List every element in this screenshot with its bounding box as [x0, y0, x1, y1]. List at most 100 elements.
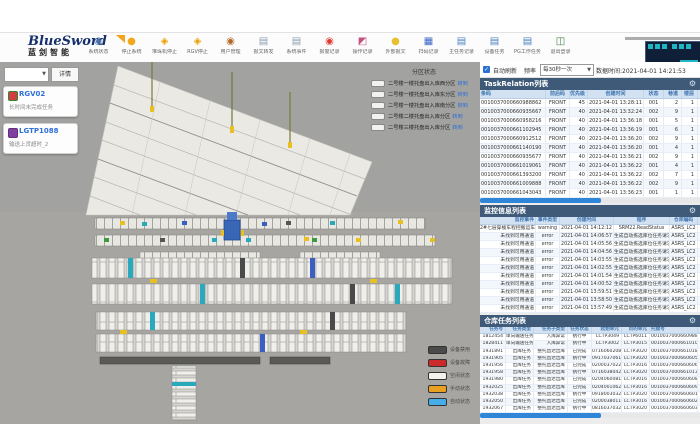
toolbar: BlueSword 蓝剑智能 ◉ 系统状态 ● 停止系统 ◈ 堆垛机停止 — [0, 32, 700, 64]
table-row[interactable]: 1932038 出库任务 整托直达出库 执行中 0918003032 LCTP3… — [480, 392, 700, 399]
table-row[interactable]: 1932067 出库任务 整托直达出库 执行中 0816037032 LCTP3… — [480, 406, 700, 413]
toolbar-button[interactable]: ▤ 报文转发 — [247, 34, 280, 62]
alarm-filter-select[interactable]: ▼ — [4, 67, 49, 82]
alarm-card[interactable]: LGTP1088 输送上货超时_2 — [3, 123, 78, 154]
zone-status-row: 二号楼一楼托盘出入库西分区 转到 — [371, 78, 477, 89]
zone-goto-link[interactable]: 转到 — [457, 80, 467, 87]
toolbar-button[interactable]: ◉ 系统状态 — [82, 34, 115, 62]
zone-checkbox[interactable] — [371, 80, 385, 87]
legend-row: 空闲状态 — [428, 369, 478, 382]
task-relation-panel-header: TaskRelation列表 ⚙ — [480, 78, 700, 90]
zone-goto-link[interactable]: 转到 — [452, 113, 462, 120]
toolbar-button[interactable]: ◫ 退出登录 — [544, 34, 577, 62]
toolbar-button-label: 主任务记录 — [445, 49, 478, 55]
table-row[interactable]: 0010037000661102945 FRONT 40 2021-04-01 … — [480, 126, 700, 135]
monitor-info-header-row: 监控事件 事件类型 创建时间 程序 仓库编码 — [480, 217, 700, 225]
toolbar-button[interactable]: ◉ 报警记录 — [313, 34, 346, 62]
details-button[interactable]: 详情 — [51, 67, 79, 82]
toolbar-button[interactable]: ▤ 主任务记录 — [445, 34, 478, 62]
table-row[interactable]: 0010037000661019061 FRONT 40 2021-04-01 … — [480, 162, 700, 171]
table-row[interactable]: 未找到可用通道 error 2021-04-01 14:06:57 生成自动拣选… — [480, 233, 700, 241]
toolbar-button-label: 退出登录 — [544, 49, 577, 55]
zone-label: 二号楼一楼托盘出入库东分区 — [388, 91, 455, 98]
alarm-card[interactable]: RGV02 长时间未完成任务 — [3, 86, 78, 117]
table-row[interactable]: 未找到可用通道 error 2021-04-01 13:58:50 生成自动拣选… — [480, 297, 700, 305]
zone-checkbox[interactable] — [371, 113, 385, 120]
toolbar-button[interactable]: ● 外部报文 — [379, 34, 412, 62]
scrollbar-thumb[interactable] — [480, 198, 601, 203]
warehouse-task-header-row: 任务号 任务类型 任务子类型 任务状态 起始单元 目的单元 托盘号 — [480, 327, 700, 334]
refresh-control-bar: ✓ 自动刷新 频率 每30秒一次 ▼ 数据时间:2021-04-01 14:21… — [480, 62, 700, 78]
table-row[interactable]: 1931980 出库任务 整托直达出库 已完成 0204060081 LCTP3… — [480, 377, 700, 384]
toolbar-button[interactable]: ● 停止系统 — [115, 34, 148, 62]
table-row[interactable]: 0010037000661393200 FRONT 40 2021-04-01 … — [480, 171, 700, 180]
toolbar-button[interactable]: ◉ 用户管理 — [214, 34, 247, 62]
zone-goto-link[interactable]: 转到 — [457, 91, 467, 98]
table-row[interactable]: 未找到可用通道 error 2021-04-01 13:59:51 生成自动拣选… — [480, 289, 700, 297]
toolbar-button[interactable]: ▦ 扫码记录 — [412, 34, 445, 62]
table-row[interactable]: 0010037000660912512 FRONT 40 2021-04-01 … — [480, 135, 700, 144]
monitor-info-panel-header: 监控信息列表 ⚙ — [480, 205, 700, 217]
table-row[interactable]: 未找到可用通道 error 2021-04-01 14:05:56 生成自动拣选… — [480, 241, 700, 249]
zone-status-row: 二号楼一楼托盘出入库东分区 转到 — [371, 89, 477, 100]
legend-swatch-icon — [428, 346, 447, 354]
device-tasks-icon: ▤ — [478, 34, 511, 49]
table-row[interactable]: 1932025 出库任务 整托直达出库 已完成 0204001062 LCTP3… — [480, 385, 700, 392]
table-row[interactable]: 0010037000660958216 FRONT 40 2021-04-01 … — [480, 117, 700, 126]
legend-row: 自动状态 — [428, 395, 478, 408]
toolbar-button-label: 系统状态 — [82, 49, 115, 55]
settings-gear-icon[interactable]: ⚙ — [689, 78, 696, 90]
scrollbar-thumb[interactable] — [480, 413, 601, 418]
table-row[interactable]: 1932050 出库任务 整托直达出库 已完成 0200038011 LCTP3… — [480, 399, 700, 406]
toolbar-button[interactable]: ◩ 操作记录 — [346, 34, 379, 62]
device-alarm-icon — [8, 128, 18, 138]
right-data-panel: ✓ 自动刷新 频率 每30秒一次 ▼ 数据时间:2021-04-01 14:21… — [480, 62, 700, 424]
table-row[interactable]: 0010037000660988862 FRONT 45 2021-04-01 … — [480, 99, 700, 108]
alarm-device-id: LGTP1088 — [19, 127, 58, 135]
refresh-rate-select[interactable]: 每30秒一次 ▼ — [540, 64, 594, 76]
table-row[interactable]: 0010037000661140190 FRONT 40 2021-04-01 … — [480, 144, 700, 153]
monitor-info-rows: 2#七层穿梭车程控搬运车:任务超长 warning 2021-04-01 14:… — [480, 225, 700, 313]
zone-goto-link[interactable]: 转到 — [457, 102, 467, 109]
toolbar-button[interactable]: ◈ RGV停止 — [181, 34, 214, 62]
zone-checkbox[interactable] — [371, 124, 385, 131]
message-forward-icon: ▤ — [247, 34, 280, 49]
table-row[interactable]: 1931958 出库任务 整托直达出库 执行中 0716038042 LCTP3… — [480, 370, 700, 377]
table-row[interactable]: 0010037000660935667 FRONT 40 2021-04-01 … — [480, 108, 700, 117]
table-row[interactable]: 1931956 出库任务 整托直达出库 已完成 0200037022 LCTP3… — [480, 363, 700, 370]
horizontal-scrollbar — [480, 198, 700, 203]
table-row[interactable]: 0010037000661009888 FRONT 40 2021-04-01 … — [480, 180, 700, 189]
table-row[interactable]: 1812454 单向输送任务 入库异常 执行中 LCTP3049 LCTP601… — [480, 334, 700, 341]
table-row[interactable]: 未找到可用通道 error 2021-04-01 13:57:49 生成自动拣选… — [480, 305, 700, 313]
legend-row: 手动状态 — [428, 382, 478, 395]
warehouse-task-rows: 1812454 单向输送任务 入库异常 执行中 LCTP3049 LCTP601… — [480, 334, 700, 413]
toolbar-button[interactable]: ▤ 设备任务 — [478, 34, 511, 62]
table-row[interactable]: 1828411 单向输送任务 入库异常 执行中 LCTP3002 LCTP301… — [480, 341, 700, 348]
table-row[interactable]: 2#七层穿梭车程控搬运车:任务超长 warning 2021-04-01 14:… — [480, 225, 700, 233]
legend-row: 设备故障 — [428, 356, 478, 369]
zone-goto-link[interactable]: 转到 — [452, 124, 462, 131]
toolbar-button-label: 操作记录 — [346, 49, 379, 55]
toolbar-button[interactable]: ▤ 系统事件 — [280, 34, 313, 62]
table-row[interactable]: 未找到可用通道 error 2021-04-01 14:01:54 生成自动拣选… — [480, 273, 700, 281]
table-row[interactable]: 未找到可用通道 error 2021-04-01 14:02:55 生成自动拣选… — [480, 265, 700, 273]
zone-checkbox[interactable] — [371, 102, 385, 109]
device-status-legend: 设备禁用 设备故障 空闲状态 手动状态 — [428, 343, 478, 408]
table-row[interactable]: 未找到可用通道 error 2021-04-01 14:04:56 生成自动拣选… — [480, 249, 700, 257]
auto-refresh-checkbox[interactable]: ✓ — [483, 66, 490, 73]
mini-window-block-icon — [655, 44, 660, 49]
table-row[interactable]: 0010037000660935677 FRONT 40 2021-04-01 … — [480, 153, 700, 162]
settings-gear-icon[interactable]: ⚙ — [689, 315, 696, 327]
toolbar-button[interactable]: ◈ 堆垛机停止 — [148, 34, 181, 62]
table-row[interactable]: 1931891 出库任务 整托直达出库 已完成 0716060208 LCTP3… — [480, 349, 700, 356]
refresh-rate-value: 每30秒一次 — [543, 67, 572, 73]
legend-label: 手动状态 — [450, 385, 470, 392]
settings-gear-icon[interactable]: ⚙ — [689, 205, 696, 217]
table-row[interactable]: 1931905 出库任务 整托直达出库 执行中 0917037061 LCTP3… — [480, 356, 700, 363]
zone-checkbox[interactable] — [371, 91, 385, 98]
mini-window-block-icon — [672, 44, 677, 49]
table-row[interactable]: 未找到可用通道 error 2021-04-01 14:00:52 生成自动拣选… — [480, 281, 700, 289]
table-row[interactable]: 0010037000661043043 FRONT 40 2021-04-01 … — [480, 189, 700, 198]
table-row[interactable]: 未找到可用通道 error 2021-04-01 14:03:55 生成自动拣选… — [480, 257, 700, 265]
toolbar-button[interactable]: ▤ PG工作任务 — [511, 34, 544, 62]
